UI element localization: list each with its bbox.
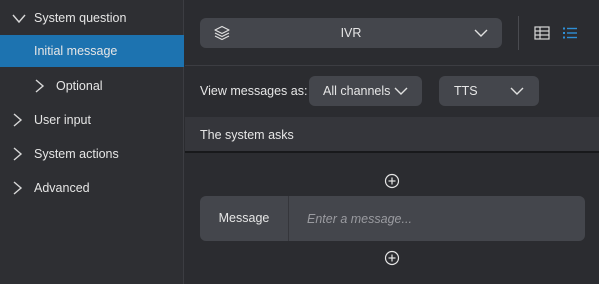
sidebar-item-label: System question <box>34 11 127 25</box>
add-message-above-icon[interactable] <box>384 173 400 189</box>
chevron-right-icon <box>35 79 45 93</box>
view-messages-label: View messages as: <box>200 84 308 98</box>
sidebar-item-system-question[interactable]: System question <box>0 2 184 34</box>
channel-select-value: IVR <box>340 26 362 40</box>
channel-select[interactable]: IVR <box>200 18 502 48</box>
chevron-down-icon <box>394 87 408 95</box>
message-input[interactable] <box>290 196 585 241</box>
table-view-icon[interactable] <box>533 24 551 42</box>
sidebar-item-label: Initial message <box>34 44 118 58</box>
chevron-down-icon <box>12 14 26 24</box>
sidebar-item-label: Optional <box>56 79 103 93</box>
chevron-right-icon <box>13 147 23 161</box>
toolbar-divider <box>518 16 519 50</box>
channels-dropdown-value: All channels <box>323 84 391 98</box>
channels-dropdown[interactable]: All channels <box>309 76 422 106</box>
main-panel: IVR View messages as: All channels TTS T… <box>185 0 599 284</box>
message-row: Message <box>200 196 585 241</box>
chevron-down-icon <box>474 29 488 37</box>
tts-dropdown[interactable]: TTS <box>439 76 539 106</box>
section-header: The system asks <box>185 117 599 153</box>
sidebar-item-label: System actions <box>34 147 119 161</box>
chevron-right-icon <box>13 113 23 127</box>
toolbar-separator <box>185 65 599 66</box>
sidebar-item-label: Advanced <box>34 181 90 195</box>
add-message-below-icon[interactable] <box>384 250 400 266</box>
sidebar-item-initial-message[interactable]: Initial message <box>0 35 184 67</box>
sidebar-item-advanced[interactable]: Advanced <box>0 172 184 204</box>
sidebar: System question Initial message Optional… <box>0 0 184 284</box>
sidebar-item-system-actions[interactable]: System actions <box>0 138 184 170</box>
list-view-icon[interactable] <box>561 24 579 42</box>
message-label: Message <box>200 196 289 241</box>
tts-dropdown-value: TTS <box>454 84 478 98</box>
sidebar-item-optional[interactable]: Optional <box>0 70 184 102</box>
sidebar-item-label: User input <box>34 113 91 127</box>
sidebar-item-user-input[interactable]: User input <box>0 104 184 136</box>
section-title: The system asks <box>200 128 294 142</box>
chevron-right-icon <box>13 181 23 195</box>
chevron-down-icon <box>510 87 524 95</box>
